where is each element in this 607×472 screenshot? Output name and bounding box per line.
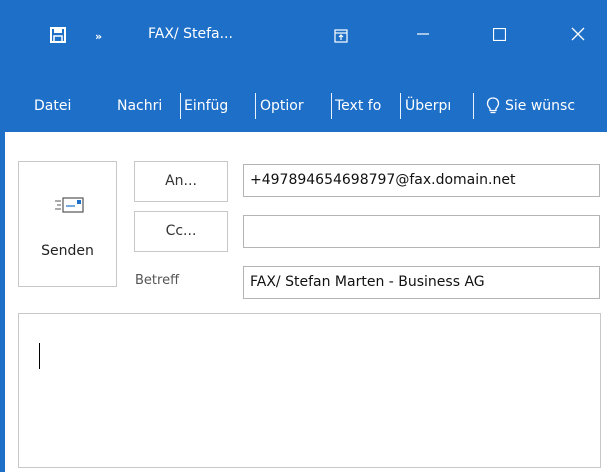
send-button-label: Senden xyxy=(41,243,94,259)
send-button[interactable]: Senden xyxy=(18,161,117,287)
save-icon[interactable] xyxy=(50,27,66,43)
minimize-icon xyxy=(417,33,429,35)
tab-einfuegen[interactable]: Einfüg xyxy=(184,88,251,124)
quick-access-more-icon[interactable]: » xyxy=(95,30,102,43)
tab-optionen[interactable]: Optior xyxy=(260,88,328,124)
tab-separator xyxy=(331,93,332,119)
ribbon-tabs: Datei Nachri Einfüg Optior Text fo Überp… xyxy=(0,78,607,132)
lightbulb-icon[interactable] xyxy=(486,97,500,115)
ribbon-display-options-icon[interactable] xyxy=(334,28,348,43)
send-mail-icon xyxy=(55,195,85,219)
tab-nachricht[interactable]: Nachri xyxy=(117,88,178,124)
subject-field[interactable]: FAX/ Stefan Marten - Business AG xyxy=(243,266,600,299)
to-field[interactable]: +497894654698797@fax.domain.net xyxy=(243,164,600,197)
close-button[interactable] xyxy=(555,18,601,50)
cc-field[interactable] xyxy=(243,215,600,248)
to-button[interactable]: An... xyxy=(134,161,228,202)
maximize-icon xyxy=(492,27,506,41)
title-bar: » FAX/ Stefa... xyxy=(0,0,607,78)
tell-me-search[interactable]: Sie wünsc xyxy=(505,88,607,124)
message-body[interactable] xyxy=(18,313,601,468)
title-bar-row: » FAX/ Stefa... xyxy=(0,0,607,78)
cc-button[interactable]: Cc... xyxy=(134,211,228,252)
accent-border xyxy=(0,132,5,472)
tab-separator xyxy=(255,93,256,119)
subject-label: Betreff xyxy=(135,273,180,288)
minimize-button[interactable] xyxy=(400,18,446,50)
window-title: FAX/ Stefa... xyxy=(148,26,233,42)
tab-textformat[interactable]: Text fo xyxy=(335,88,397,124)
text-cursor xyxy=(39,343,40,369)
tab-separator xyxy=(180,93,181,119)
tab-ueberpruefen[interactable]: Überpı xyxy=(405,88,470,124)
maximize-button[interactable] xyxy=(476,18,522,50)
close-icon xyxy=(571,27,585,41)
tab-separator xyxy=(400,93,401,119)
tab-datei[interactable]: Datei xyxy=(34,88,84,124)
tab-separator xyxy=(473,93,474,119)
